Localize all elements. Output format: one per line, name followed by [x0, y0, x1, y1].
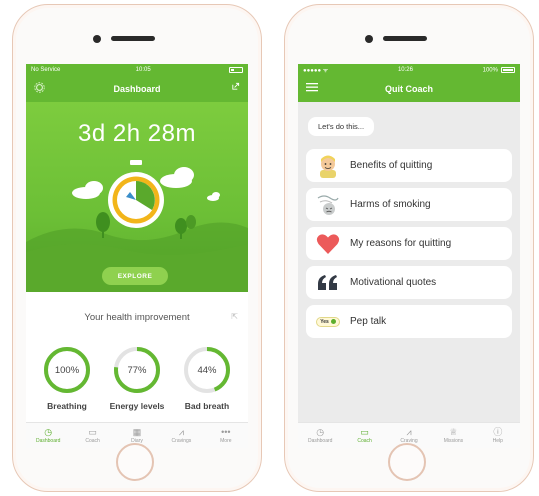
coach-item-label: Pep talk [350, 316, 387, 327]
menu-icon[interactable] [306, 82, 318, 95]
tab-dashboard[interactable]: ◷ Dashboard [298, 423, 342, 448]
chat-icon: ▭ [360, 427, 369, 437]
front-camera [365, 35, 373, 43]
share-icon[interactable] [231, 82, 240, 93]
phone-frame-dashboard: No Service 10:05 Dashboard 3d 2h 28m EXP… [12, 4, 262, 492]
coach-list: Let's do this... Benefits of quitting Ha… [298, 102, 520, 448]
dashboard-screen: No Service 10:05 Dashboard 3d 2h 28m EXP… [26, 64, 248, 448]
coach-item-label: Benefits of quitting [350, 160, 433, 171]
earpiece-speaker [383, 36, 427, 41]
tab-label: Coach [85, 438, 100, 444]
coach-item-harms[interactable]: Harms of smoking [306, 188, 512, 221]
stopwatch-illustration [26, 160, 248, 292]
info-icon: ⓘ [493, 427, 503, 437]
ring-breathing[interactable]: 100% Breathing [36, 345, 98, 411]
clock-icon: ◷ [44, 427, 53, 437]
tab-label: Coach [357, 438, 372, 444]
health-rings: 100% Breathing 77% Energy levels 44% Bad… [26, 345, 248, 411]
yes-toggle-icon: Yes [314, 310, 342, 334]
phone-frame-coach: ●●●●● ᯤ 10:26 100% Quit Coach Let's do t… [284, 4, 534, 492]
battery-icon [500, 66, 515, 73]
coach-item-label: My reasons for quitting [350, 238, 452, 249]
chart-icon: ⩘ [406, 427, 412, 437]
page-title: Dashboard [113, 84, 161, 94]
signal-icon: ●●●●● ᯤ [303, 68, 329, 74]
share-icon[interactable]: ⇱ [231, 312, 238, 321]
yes-badge-text: Yes [320, 318, 329, 325]
ring-label: Bad breath [184, 401, 230, 411]
more-icon: ••• [221, 427, 231, 437]
tab-cravings[interactable]: ⩘ Cravings [159, 423, 203, 448]
coach-item-label: Motivational quotes [350, 277, 437, 288]
status-time: 10:05 [135, 67, 151, 73]
coach-item-reasons[interactable]: My reasons for quitting [306, 227, 512, 260]
ring-label: Energy levels [109, 401, 165, 411]
battery-icon [226, 66, 243, 74]
tab-label: Cravings [171, 438, 192, 444]
ring-energy-levels[interactable]: 77% Energy levels [106, 345, 168, 411]
coach-item-quotes[interactable]: Motivational quotes [306, 266, 512, 299]
ring-value: 77% [127, 365, 147, 376]
home-button[interactable] [388, 443, 426, 481]
heart-icon [314, 232, 342, 256]
tab-more[interactable]: ••• More [204, 423, 248, 448]
tab-label: Dashboard [307, 438, 333, 444]
battery-text: 100% [482, 67, 498, 74]
navbar: Quit Coach [298, 76, 520, 102]
page-title: Quit Coach [384, 84, 433, 94]
quit-timer-hero: 3d 2h 28m EXPLORE [26, 102, 248, 292]
calendar-icon: ▦ [132, 427, 142, 437]
health-section-title: Your health improvement ⇱ [26, 312, 248, 323]
progress-ring: 44% [184, 347, 230, 393]
tab-label: Dashboard [35, 438, 61, 444]
ring-label: Breathing [47, 401, 87, 411]
carrier-text: No Service [31, 67, 61, 73]
navbar: Dashboard [26, 76, 248, 102]
tab-coach[interactable]: ▭ Coach [70, 423, 114, 448]
status-time: 10:26 [397, 67, 413, 73]
home-button[interactable] [116, 443, 154, 481]
tab-label: More [220, 438, 232, 444]
coach-item-pep-talk[interactable]: Yes Pep talk [306, 305, 512, 338]
status-bar: No Service 10:05 [26, 64, 248, 76]
chat-icon: ▭ [88, 427, 97, 437]
ring-value: 44% [197, 365, 217, 376]
tab-missions[interactable]: ♕ Missions [431, 423, 475, 448]
tab-coach[interactable]: ▭ Coach [342, 423, 386, 448]
sick-face-icon [314, 193, 342, 217]
trophy-icon: ♕ [449, 427, 458, 437]
chart-icon: ⩘ [178, 427, 184, 437]
front-camera [93, 35, 101, 43]
coach-item-benefits[interactable]: Benefits of quitting [306, 149, 512, 182]
intro-bubble: Let's do this... [308, 117, 375, 136]
tab-dashboard[interactable]: ◷ Dashboard [26, 423, 70, 448]
person-icon [314, 154, 342, 178]
ring-value: 100% [55, 365, 80, 376]
progress-ring: 77% [114, 347, 160, 393]
clock-icon: ◷ [316, 427, 325, 437]
earpiece-speaker [111, 36, 155, 41]
progress-ring: 100% [44, 347, 90, 393]
tab-help[interactable]: ⓘ Help [476, 423, 520, 448]
quote-icon [314, 271, 342, 295]
status-bar: ●●●●● ᯤ 10:26 100% [298, 64, 520, 76]
coach-screen: ●●●●● ᯤ 10:26 100% Quit Coach Let's do t… [298, 64, 520, 448]
ring-bad-breath[interactable]: 44% Bad breath [176, 345, 238, 411]
health-title-text: Your health improvement [84, 312, 190, 323]
battery-indicator: 100% [482, 66, 515, 74]
tab-label: Help [492, 438, 503, 444]
tab-label: Missions [443, 438, 464, 444]
coach-item-label: Harms of smoking [350, 199, 431, 210]
explore-button[interactable]: EXPLORE [102, 267, 168, 285]
gear-icon[interactable] [34, 82, 45, 96]
